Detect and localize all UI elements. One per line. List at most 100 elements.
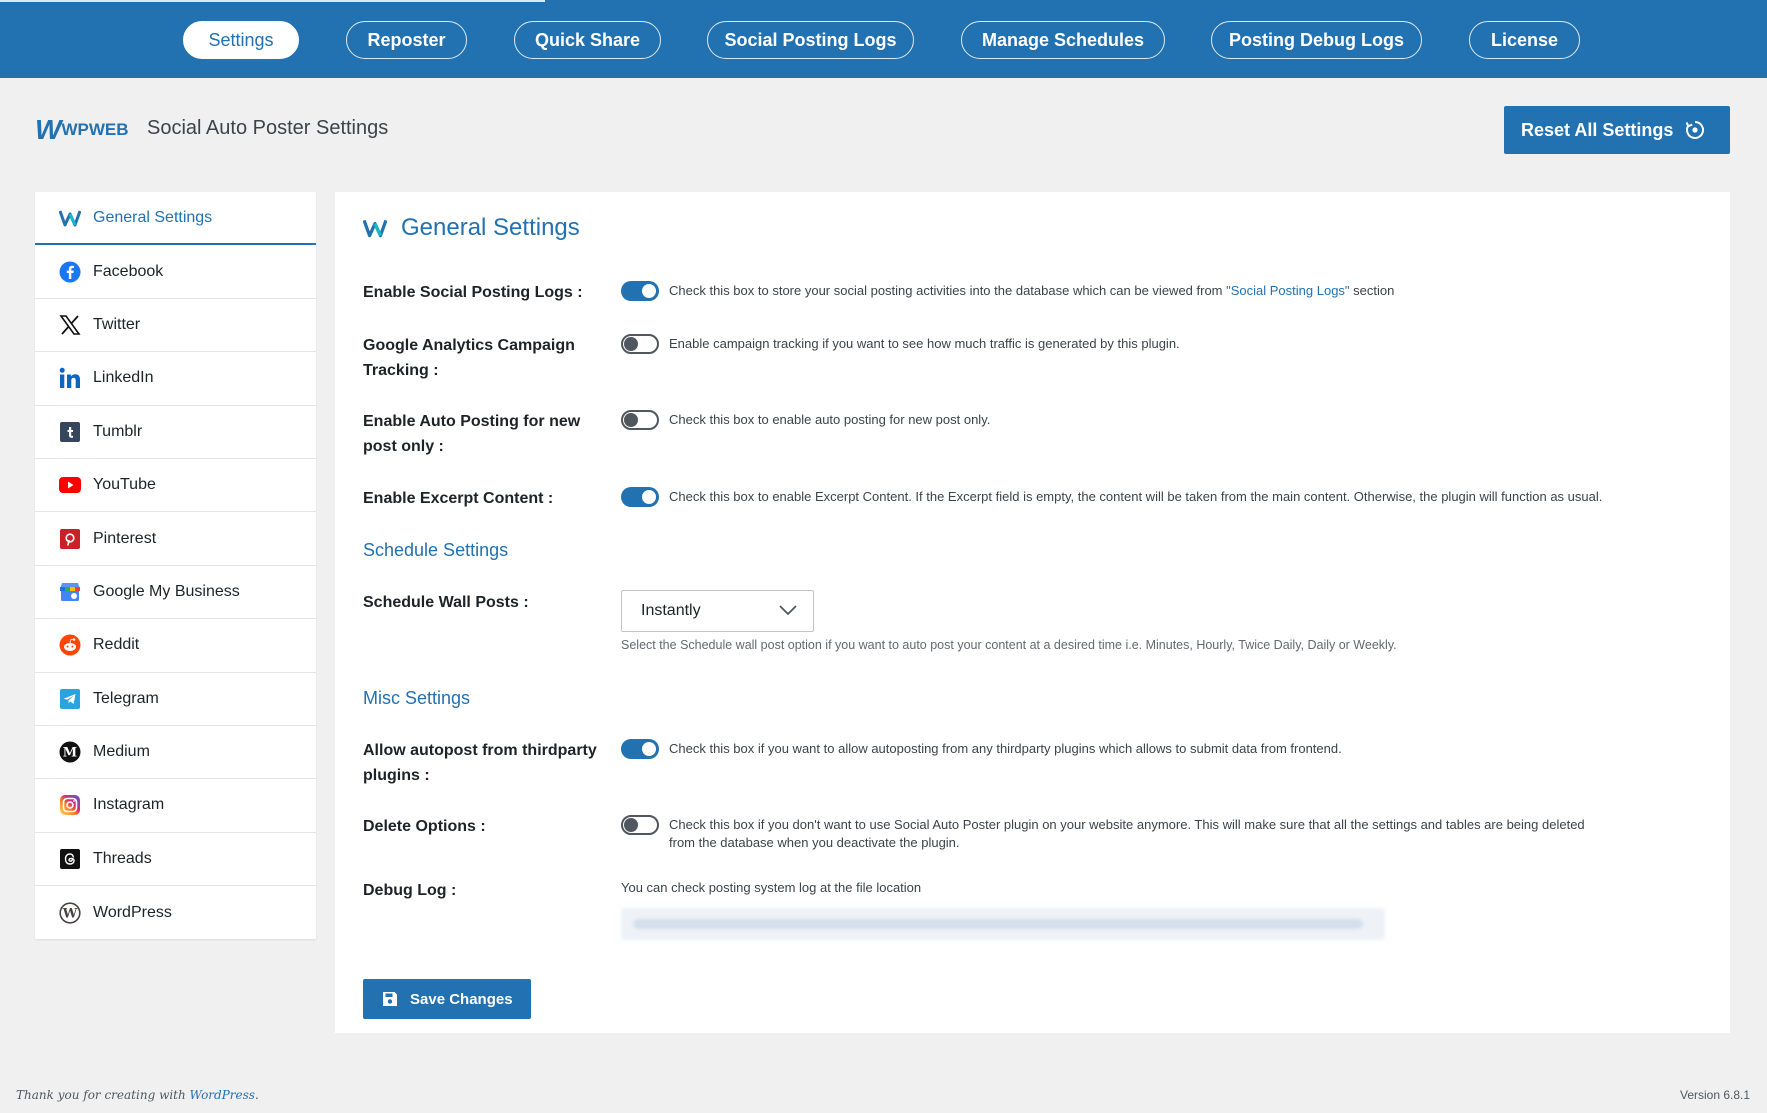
panel-title-text: General Settings (401, 214, 580, 241)
wpweb-logo-mark: W (35, 114, 61, 145)
schedule-note: Select the Schedule wall post option if … (621, 638, 1397, 652)
general-settings-panel: General Settings Enable Social Posting L… (335, 192, 1730, 1033)
tab-quick-share[interactable]: Quick Share (514, 21, 661, 59)
auto-new-post-description: Check this box to enable auto posting fo… (669, 412, 991, 427)
sidebar-item-label: Google My Business (93, 582, 240, 600)
sidebar-item-linkedin[interactable]: LinkedIn (35, 352, 316, 406)
thirdparty-label: Allow autopost from thirdparty plugins : (363, 738, 603, 788)
delete-options-desc-line2: from the database when you deactivate th… (669, 835, 960, 850)
sidebar-item-instagram[interactable]: Instagram (35, 779, 316, 833)
delete-options-description: Check this box if you don't want to use … (669, 816, 1585, 852)
facebook-icon (59, 261, 81, 283)
sidebar-item-label: General Settings (93, 208, 213, 226)
footer-thanks: Thank you for creating with WordPress. (16, 1088, 259, 1102)
thirdparty-label-line1: Allow autopost from thirdparty (363, 742, 597, 759)
ga-tracking-label: Google Analytics Campaign Tracking : (363, 333, 603, 383)
sidebar-item-twitter[interactable]: Twitter (35, 299, 316, 353)
ga-tracking-label-line2: Tracking : (363, 362, 439, 379)
thirdparty-toggle[interactable] (621, 739, 659, 759)
sidebar-item-medium[interactable]: M Medium (35, 726, 316, 780)
sidebar-item-label: Twitter (93, 315, 141, 333)
blurred-path-text (633, 919, 1363, 929)
tab-social-posting-logs[interactable]: Social Posting Logs (707, 21, 914, 59)
sidebar-item-tumblr[interactable]: Tumblr (35, 406, 316, 459)
schedule-wall-posts-select[interactable]: Instantly (621, 590, 814, 632)
social-logs-toggle[interactable] (621, 281, 659, 301)
wpweb-logo-text: WPWEB (61, 120, 129, 139)
auto-new-post-toggle[interactable] (621, 410, 659, 430)
debug-log-path-blurred (621, 908, 1385, 940)
sidebar-item-threads[interactable]: Threads (35, 833, 316, 887)
medium-icon: M (59, 741, 81, 763)
tab-license[interactable]: License (1469, 21, 1580, 59)
sidebar-item-label: Medium (93, 743, 150, 761)
sidebar-item-youtube[interactable]: YouTube (35, 459, 316, 513)
tumblr-icon (59, 421, 81, 443)
sidebar-item-label: Pinterest (93, 529, 157, 547)
sidebar-item-label: Facebook (93, 262, 164, 280)
footer-thanks-text: Thank you for creating with (16, 1088, 190, 1102)
reddit-icon (59, 634, 81, 656)
sidebar-item-google-my-business[interactable]: Google My Business (35, 566, 316, 620)
sidebar-item-label: Instagram (93, 796, 165, 814)
schedule-wall-posts-label: Schedule Wall Posts : (363, 594, 529, 611)
sidebar-item-wordpress[interactable]: W WordPress (35, 886, 316, 939)
tab-reposter[interactable]: Reposter (346, 21, 467, 59)
wpweb-logo: W WPWEB (35, 114, 130, 145)
sidebar-item-label: Tumblr (93, 422, 143, 440)
excerpt-toggle[interactable] (621, 487, 659, 507)
wpweb-icon (59, 207, 81, 229)
excerpt-description: Check this box to enable Excerpt Content… (669, 489, 1603, 504)
chevron-down-icon (779, 605, 797, 616)
thirdparty-label-line2: plugins : (363, 767, 430, 784)
schedule-selected-value: Instantly (641, 602, 701, 619)
top-loading-line (0, 0, 545, 2)
delete-options-toggle[interactable] (621, 815, 659, 835)
auto-new-post-label-line1: Enable Auto Posting for new (363, 413, 581, 430)
x-twitter-icon (59, 314, 81, 336)
tab-manage-schedules[interactable]: Manage Schedules (961, 21, 1165, 59)
delete-options-desc-line1: Check this box if you don't want to use … (669, 817, 1585, 832)
wpweb-icon (363, 219, 387, 238)
toggle-knob (642, 490, 656, 504)
settings-sidebar: General Settings Facebook Twitter Linked… (35, 192, 316, 940)
ga-tracking-label-line1: Google Analytics Campaign (363, 337, 575, 354)
reset-all-settings-label: Reset All Settings (1521, 119, 1674, 140)
tab-posting-debug-logs[interactable]: Posting Debug Logs (1211, 21, 1422, 59)
social-logs-label: Enable Social Posting Logs : (363, 284, 583, 301)
social-logs-desc-suffix: section (1349, 283, 1395, 298)
ga-tracking-description: Enable campaign tracking if you want to … (669, 336, 1180, 351)
toggle-knob (642, 742, 656, 756)
google-my-business-icon (59, 581, 81, 603)
page-title: Social Auto Poster Settings (147, 117, 389, 139)
svg-text:M: M (63, 746, 77, 761)
debug-log-description: You can check posting system log at the … (621, 880, 922, 895)
sidebar-item-telegram[interactable]: Telegram (35, 673, 316, 726)
svg-text:W: W (62, 906, 78, 921)
telegram-icon (59, 688, 81, 710)
footer-version: Version 6.8.1 (1680, 1088, 1751, 1102)
footer-thanks-suffix: . (254, 1088, 259, 1102)
social-logs-description: Check this box to store your social post… (669, 282, 1394, 300)
sidebar-item-pinterest[interactable]: Pinterest (35, 512, 316, 566)
sidebar-item-facebook[interactable]: Facebook (35, 245, 316, 299)
excerpt-label: Enable Excerpt Content : (363, 490, 554, 507)
delete-options-label: Delete Options : (363, 818, 486, 835)
save-changes-button[interactable]: Save Changes (363, 979, 531, 1019)
sidebar-item-reddit[interactable]: Reddit (35, 619, 316, 673)
toggle-knob (624, 337, 638, 351)
reset-all-settings-button[interactable]: Reset All Settings (1504, 106, 1730, 154)
tab-settings[interactable]: Settings (183, 21, 299, 59)
panel-title: General Settings (363, 214, 580, 242)
ga-tracking-toggle[interactable] (621, 334, 659, 354)
sidebar-item-general-settings[interactable]: General Settings (35, 192, 316, 246)
social-posting-logs-link[interactable]: "Social Posting Logs" (1226, 283, 1349, 298)
sidebar-item-label: Telegram (93, 689, 159, 707)
social-logs-desc-text: Check this box to store your social post… (669, 283, 1227, 298)
thirdparty-description: Check this box if you want to allow auto… (669, 741, 1342, 756)
sidebar-item-label: LinkedIn (93, 369, 154, 387)
toggle-knob (624, 818, 638, 832)
wordpress-link[interactable]: WordPress (190, 1088, 255, 1102)
sidebar-item-label: Reddit (93, 636, 140, 654)
top-navigation: Settings Reposter Quick Share Social Pos… (0, 0, 1767, 78)
